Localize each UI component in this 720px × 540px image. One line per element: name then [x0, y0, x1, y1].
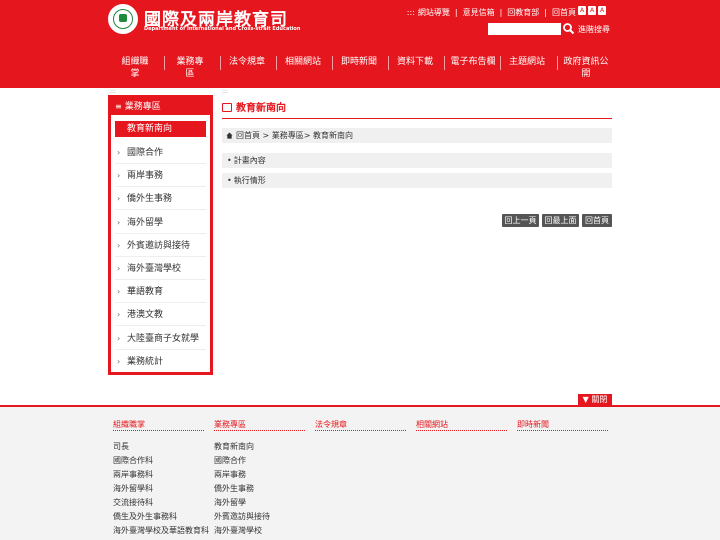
- chevron-right-icon: ›: [117, 310, 121, 319]
- sidebar-item-chinese-language[interactable]: › 華語教育: [115, 280, 206, 303]
- chevron-right-icon: ›: [117, 357, 121, 366]
- footer-link[interactable]: 海外留學: [214, 497, 246, 508]
- chevron-right-icon: ›: [117, 287, 121, 296]
- accesskey-dots[interactable]: :::: [407, 8, 415, 17]
- sidebar-item-study-abroad[interactable]: › 海外留學: [115, 211, 206, 234]
- footer-link[interactable]: 國際合作科: [113, 455, 153, 466]
- footer-head-related-sites[interactable]: 相關網站: [416, 419, 507, 431]
- chevron-right-icon: ›: [117, 171, 121, 180]
- sidebar-header: ≡ 業務專區: [111, 98, 210, 115]
- home-icon: [226, 132, 233, 139]
- footer-link[interactable]: 教育新南向: [214, 441, 254, 452]
- search-icon[interactable]: [562, 22, 575, 35]
- nav-related-sites[interactable]: 相關網站: [285, 56, 321, 68]
- footer-head-organization[interactable]: 組織職掌: [113, 419, 204, 431]
- bullet-icon: •: [227, 156, 232, 165]
- footer-link[interactable]: 兩岸事務科: [113, 469, 153, 480]
- font-large-button[interactable]: A: [598, 6, 606, 15]
- site-header: 國際及兩岸教育司 Department of International and…: [0, 0, 720, 88]
- footer-link[interactable]: 交流接待科: [113, 497, 153, 508]
- chevron-right-icon: ›: [117, 218, 121, 227]
- bullet-icon: •: [227, 176, 232, 185]
- sidebar-item-visitors[interactable]: › 外賓邀訪與接待: [115, 234, 206, 257]
- sidebar-accesskey[interactable]: :::: [110, 88, 116, 95]
- footer-link[interactable]: 海外臺灣學校: [214, 525, 262, 536]
- sidebar-item-statistics[interactable]: › 業務統計: [115, 350, 206, 373]
- logo-emblem-icon: [113, 9, 133, 29]
- sidebar-item-taiwan-schools[interactable]: › 海外臺灣學校: [115, 257, 206, 280]
- list-icon: ≡: [115, 102, 122, 111]
- toplink-feedback[interactable]: 意見信箱: [463, 7, 495, 18]
- font-small-button[interactable]: A: [578, 6, 586, 15]
- chevron-right-icon: ›: [117, 148, 121, 157]
- breadcrumb: 回首頁 > 業務專區> 教育新南向: [222, 128, 612, 143]
- site-subtitle: Department of International and Cross-st…: [144, 26, 301, 32]
- ministry-logo[interactable]: [108, 4, 138, 34]
- nav-theme-sites[interactable]: 主題網站: [508, 56, 546, 68]
- advanced-search-link[interactable]: 進階搜尋: [578, 24, 610, 35]
- footer-link[interactable]: 國際合作: [214, 455, 246, 466]
- sidebar-item-international[interactable]: › 國際合作: [115, 141, 206, 164]
- search-input[interactable]: [488, 23, 561, 35]
- sidebar-item-cross-strait[interactable]: › 兩岸事務: [115, 164, 206, 187]
- nav-regulations[interactable]: 法令規章: [229, 56, 265, 68]
- footer-link[interactable]: 兩岸事務: [214, 469, 246, 480]
- footer-link[interactable]: 海外留學科: [113, 483, 153, 494]
- toplink-sitemap[interactable]: 網站導覽: [418, 7, 450, 18]
- page-title: 教育新南向: [222, 99, 612, 119]
- nav-news[interactable]: 即時新聞: [341, 56, 377, 68]
- chevron-right-icon: ›: [117, 241, 121, 250]
- message-icon: [222, 103, 232, 112]
- chevron-right-icon: ›: [117, 264, 121, 273]
- footer-head-regulations[interactable]: 法令規章: [315, 419, 406, 431]
- home-button[interactable]: 回首頁: [582, 214, 612, 227]
- footer-link[interactable]: 外賓邀訪與接待: [214, 511, 270, 522]
- list-item-plan[interactable]: • 計畫內容: [222, 153, 612, 168]
- font-medium-button[interactable]: A: [588, 6, 596, 15]
- chevron-right-icon: ›: [117, 334, 121, 343]
- footer-head-business[interactable]: 業務專區: [214, 419, 305, 431]
- chevron-right-icon: ›: [117, 194, 121, 203]
- top-button[interactable]: 回最上面: [542, 214, 579, 227]
- sidebar-item-overseas-students[interactable]: › 僑外生事務: [115, 187, 206, 210]
- toplink-home[interactable]: 回首頁: [552, 7, 576, 18]
- sidebar-item-new-southbound[interactable]: 教育新南向: [115, 121, 206, 137]
- main-nav: 組織職掌 業務專區 法令規章 相關網站 即時新聞 資料下載 電子布告欄 主題網站…: [108, 56, 616, 84]
- top-links: ::: 網站導覽 | 意見信箱 | 回教育部 | 回首頁: [406, 7, 576, 18]
- back-button[interactable]: 回上一頁: [502, 214, 539, 227]
- sidebar: ≡ 業務專區 教育新南向 › 國際合作 › 兩岸事務 › 僑外生事務 › 海外留學 › 外賓…: [108, 95, 213, 375]
- nav-organization[interactable]: 組織職掌: [118, 56, 152, 80]
- footer-head-news[interactable]: 即時新聞: [517, 419, 608, 431]
- sidebar-item-mainland-children[interactable]: › 大陸臺商子女就學: [115, 327, 206, 350]
- sidebar-item-hk-macao[interactable]: › 港澳文教: [115, 303, 206, 326]
- font-size-controls: A A A: [578, 6, 606, 15]
- content-accesskey[interactable]: :::: [222, 88, 228, 95]
- list-item-execution[interactable]: • 執行情形: [222, 173, 612, 188]
- footer-link[interactable]: 海外臺灣學校及華語教育科: [113, 525, 209, 536]
- nav-bulletin[interactable]: 電子布告欄: [450, 56, 496, 68]
- footer-link[interactable]: 僑生及外生事務科: [113, 511, 177, 522]
- footer-link[interactable]: 僑外生事務: [214, 483, 254, 494]
- breadcrumb-text[interactable]: 回首頁 > 業務專區> 教育新南向: [236, 131, 353, 140]
- footer-link[interactable]: 司長: [113, 441, 129, 452]
- nav-gov-info[interactable]: 政府資訊公開: [562, 56, 610, 80]
- nav-downloads[interactable]: 資料下載: [397, 56, 433, 68]
- nav-business[interactable]: 業務專區: [173, 56, 207, 80]
- toplink-moe[interactable]: 回教育部: [507, 7, 539, 18]
